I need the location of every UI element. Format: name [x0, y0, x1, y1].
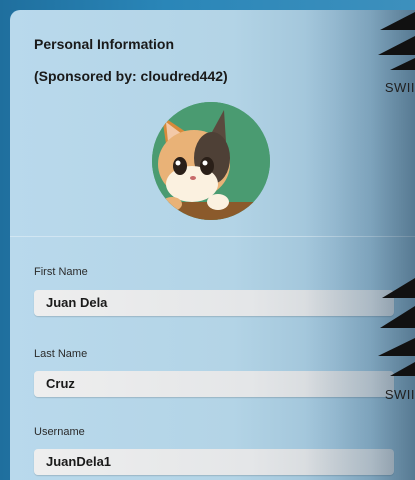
avatar[interactable]	[152, 102, 270, 220]
username-field[interactable]: JuanDela1	[34, 449, 394, 475]
last-name-field[interactable]: Cruz	[34, 371, 394, 397]
watermark-logo-bottom	[378, 278, 415, 376]
username-label: Username	[34, 426, 85, 438]
watermark-text-top: SWII	[384, 80, 415, 95]
page-title: Personal Information	[34, 36, 175, 52]
cat-avatar-icon	[152, 102, 270, 220]
first-name-label: First Name	[34, 266, 88, 278]
last-name-label: Last Name	[34, 348, 88, 360]
first-name-field[interactable]: Juan Dela	[34, 290, 394, 316]
sponsor-text: (Sponsored by: cloudred442)	[34, 68, 228, 84]
section-divider	[10, 236, 415, 237]
personal-info-panel: Personal Information (Sponsored by: clou…	[10, 10, 415, 480]
watermark-logo-top	[378, 12, 415, 70]
watermark-text-bottom: SWII	[384, 387, 415, 402]
